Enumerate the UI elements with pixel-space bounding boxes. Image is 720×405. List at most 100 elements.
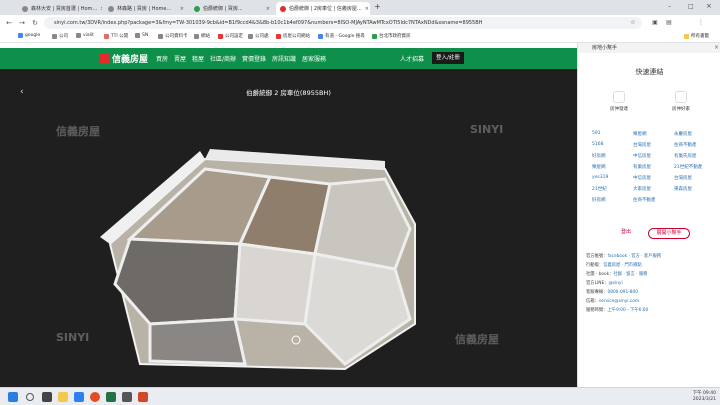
nav-rent[interactable]: 租屋 [192,54,204,63]
google-icon [18,33,23,38]
link-item[interactable]: 591 [592,131,601,136]
system-clock[interactable]: 下午 09:40 2023/3/21 [693,391,716,403]
windows-start-icon[interactable] [8,392,18,402]
link-item[interactable]: 永慶房屋 [674,131,692,137]
folder-icon [218,33,223,39]
link-item[interactable]: 樂屋網 [592,164,606,170]
extensions-icon[interactable]: ▣ [650,18,660,28]
edge-icon[interactable] [74,392,84,402]
folder-icon [372,33,377,39]
home-icon [675,91,687,103]
open-helper-button[interactable]: 展開小幫手 [648,228,690,239]
link-item[interactable]: yes319 [592,175,608,180]
nav-buy[interactable]: 買房 [156,54,168,63]
info-row: 客服專線：0800-091-800 [586,290,638,295]
bookmark-star-icon[interactable]: ☆ [628,18,638,28]
bookmark-item[interactable]: 房屋公司網站 [276,33,310,39]
link-item[interactable]: 住商不動產 [674,142,697,148]
bookmark-item[interactable]: vialit [76,33,94,38]
info-row: 服務時間：上午9:00 - 下午6:00 [586,308,649,313]
info-row: 官方帳號：facebook · 官方 · 客戶服務 [586,254,662,259]
task-view-icon[interactable] [42,392,52,402]
folder-icon [194,33,199,39]
link-item[interactable]: 5168 [592,142,603,147]
bookmark-item[interactable]: 公司 [52,33,68,39]
close-window-icon[interactable]: × [706,2,712,10]
nav-community[interactable]: 社區/商辦 [210,54,236,63]
bookmark-item[interactable]: google [18,33,40,38]
folder-icon [684,33,689,39]
bookmark-item[interactable]: TTI 公開 [104,33,128,39]
link-item[interactable]: 有巢房屋 [633,164,651,170]
site-favicon-icon [22,5,28,12]
link-item[interactable]: 台灣房屋 [633,142,651,148]
powerpoint-icon[interactable] [138,392,148,402]
link-item[interactable]: 中信房屋 [633,175,651,181]
minimize-icon[interactable]: – [668,3,671,10]
vr-viewer[interactable]: ‹ 伯爵統御 2 房車位(8955BH) 信義房屋 SINYI SINYI 信義… [0,69,577,387]
folder-icon [158,33,163,39]
menu-kebab-icon[interactable]: ⋮ [696,18,706,28]
browser-tab-active[interactable]: 伯爵統御 | 2房車位 | 信義房屋... × [276,2,370,15]
quick-link-2[interactable]: 房仲好家 [661,91,701,112]
sidebar-icon[interactable]: ▤ [664,18,674,28]
site-favicon-icon [108,5,114,12]
link-item[interactable]: 大家房屋 [633,186,651,192]
info-row: 官方LINE：@sinyi [586,281,623,286]
browser-tab-1[interactable]: 森林大安 | 買房首選 | Hom... × [18,2,102,15]
login-button[interactable]: 登入/註冊 [432,52,464,64]
maximize-icon[interactable]: □ [688,3,694,10]
bookmark-item[interactable]: 公司處 [248,33,269,39]
folder-icon [104,33,109,39]
link-item[interactable]: 中信房屋 [633,153,651,159]
new-tab-button[interactable]: + [374,2,381,11]
folder-icon [52,33,57,39]
bookmark-item[interactable]: 有道 - Google 搜尋 [318,33,365,39]
site-favicon-icon [280,5,286,12]
link-item[interactable]: 好房網 [592,197,606,203]
site-nav-bar: 信義房屋 買房 賣屋 租屋 社區/商辦 實價登錄 房訊知識 居家服務 人才招募 … [0,48,577,69]
app-icon [613,91,625,103]
nav-price-record[interactable]: 實價登錄 [242,54,266,63]
forward-arrow-icon[interactable]: → [17,18,27,28]
link-item[interactable]: 21世紀不動產 [674,164,702,170]
link-item[interactable]: 樂屋網 [633,131,647,137]
close-tab-icon[interactable]: × [97,6,102,12]
folder-icon [276,33,281,39]
search-icon[interactable] [26,393,34,401]
link-item[interactable]: 21世紀 [592,186,607,192]
quick-link-1[interactable]: 房仲發達 [599,91,639,112]
browser-tab-3[interactable]: 伯爵統御 | 買房... × [190,2,274,15]
all-bookmarks[interactable]: 所有書籤 [684,33,709,39]
nav-home-service[interactable]: 居家服務 [302,54,326,63]
browser-tab-2[interactable]: 林森路 | 買房 | Home... × [104,2,188,15]
bookmark-item[interactable]: 公司設定 [218,33,243,39]
file-explorer-icon[interactable] [58,392,68,402]
link-item[interactable]: 台灣房屋 [674,175,692,181]
link-item[interactable]: 東森房屋 [674,186,692,192]
close-tab-icon[interactable]: × [362,6,369,12]
bookmark-item[interactable]: 台北市政府資訊 [372,33,411,39]
bookmark-item[interactable]: 網站 [194,33,210,39]
link-item[interactable]: 有巢氏房屋 [674,153,697,159]
bookmark-item[interactable]: SN [135,33,148,38]
bookmark-item[interactable]: 公司資料卡 [158,33,188,39]
back-arrow-icon[interactable]: ← [4,18,14,28]
link-item[interactable]: 住商不動產 [633,197,656,203]
excel-icon[interactable] [106,392,116,402]
nav-sell[interactable]: 賣屋 [174,54,186,63]
chrome-icon[interactable] [90,392,100,402]
close-tab-icon[interactable]: × [177,6,184,12]
nav-recruit[interactable]: 人才招募 [400,54,424,63]
nav-knowledge[interactable]: 房訊知識 [272,54,296,63]
logout-button[interactable]: 登出 [612,228,640,239]
site-logo[interactable]: 信義房屋 [100,52,148,65]
link-item[interactable]: 好房網 [592,153,606,159]
close-panel-icon[interactable]: × [714,44,719,51]
google-icon [318,33,323,39]
close-tab-icon[interactable]: × [263,6,270,12]
address-bar[interactable]: sinyi.com.tw/3DVR/index.php?package=3&fm… [44,17,642,29]
app-icon[interactable] [122,392,132,402]
dollhouse-floorplan-model[interactable] [0,69,577,387]
reload-icon[interactable]: ↻ [30,18,40,28]
